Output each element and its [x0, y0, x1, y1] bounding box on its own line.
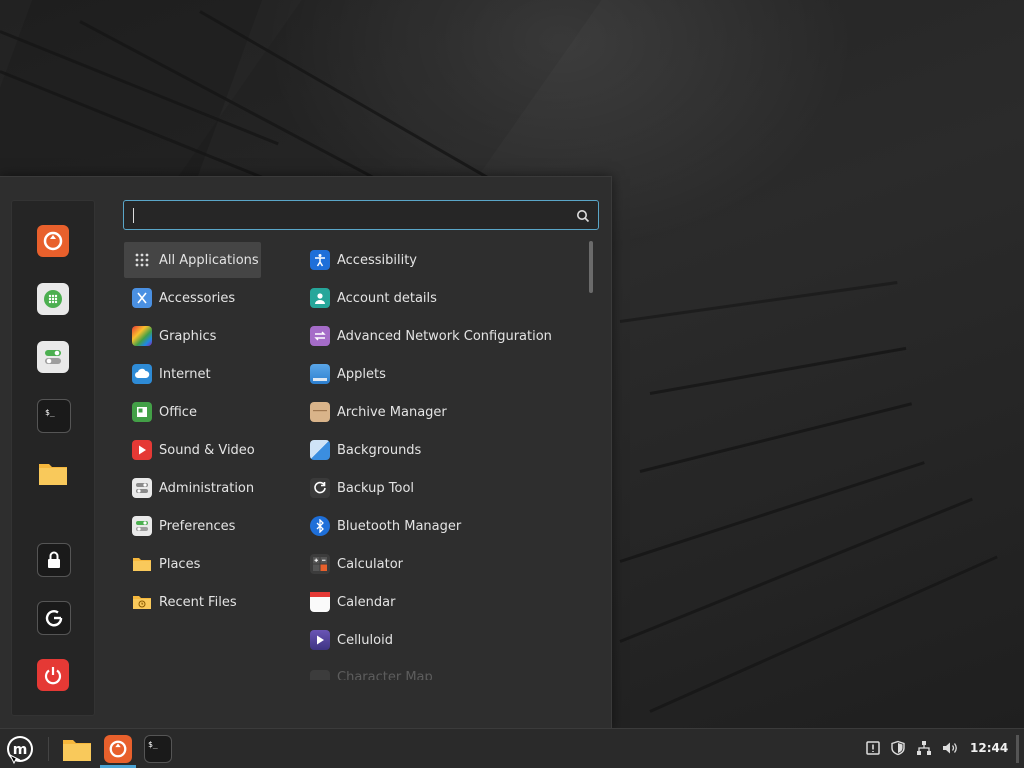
category-label: Accessories	[159, 290, 236, 306]
character-map-icon	[310, 670, 330, 680]
category-all-applications[interactable]: All Applications	[124, 242, 261, 278]
terminal-icon[interactable]: $_	[142, 733, 174, 765]
office-icon	[132, 402, 152, 422]
logout-icon[interactable]	[37, 601, 71, 635]
menu-button[interactable]: m	[4, 733, 36, 765]
application-menu: $_ All Applications Accessories Graphics…	[0, 176, 612, 729]
files-icon[interactable]	[37, 457, 69, 489]
calendar-icon	[310, 592, 330, 612]
category-graphics[interactable]: Graphics	[124, 318, 261, 354]
svg-text:m: m	[13, 742, 28, 758]
app-backgrounds[interactable]: Backgrounds	[302, 432, 582, 468]
svg-text:$_: $_	[45, 408, 55, 417]
accessories-icon	[132, 288, 152, 308]
app-label: Backgrounds	[337, 442, 422, 458]
firefox-icon[interactable]	[102, 733, 134, 765]
app-label: Character Map	[337, 670, 433, 680]
search-icon[interactable]	[576, 208, 590, 227]
taskbar-panel: m $_ 12:44	[0, 728, 1024, 768]
firefox-launcher	[104, 735, 132, 763]
app-label: Advanced Network Configuration	[337, 328, 552, 344]
app-label: Accessibility	[337, 252, 417, 268]
graphics-icon	[132, 326, 152, 346]
software-manager-icon[interactable]	[37, 283, 69, 315]
category-label: Internet	[159, 366, 211, 382]
shutdown-icon[interactable]	[37, 659, 69, 691]
play-icon	[132, 440, 152, 460]
applets-icon	[310, 364, 330, 384]
app-character-map[interactable]: Character Map	[302, 660, 582, 680]
system-settings-icon[interactable]	[37, 341, 69, 373]
category-office[interactable]: Office	[124, 394, 261, 430]
app-accessibility[interactable]: Accessibility	[302, 242, 582, 278]
app-celluloid[interactable]: Celluloid	[302, 622, 582, 658]
text-caret	[133, 208, 134, 223]
recent-folder-icon	[132, 592, 152, 612]
category-label: Places	[159, 556, 201, 572]
panel-separator	[48, 737, 49, 761]
backgrounds-icon	[310, 440, 330, 460]
shield-icon[interactable]	[889, 739, 907, 757]
files-icon[interactable]	[61, 733, 93, 765]
category-label: Preferences	[159, 518, 236, 534]
accessibility-icon	[310, 250, 330, 270]
category-label: Recent Files	[159, 594, 237, 610]
network-icon[interactable]	[915, 739, 933, 757]
category-preferences[interactable]: Preferences	[124, 508, 261, 544]
category-label: All Applications	[159, 252, 259, 268]
scrollbar[interactable]	[589, 241, 593, 293]
category-label: Sound & Video	[159, 442, 255, 458]
bluetooth-icon	[310, 516, 330, 536]
category-accessories[interactable]: Accessories	[124, 280, 261, 316]
preferences-icon	[132, 516, 152, 536]
app-label: Backup Tool	[337, 480, 415, 496]
app-label: Bluetooth Manager	[337, 518, 462, 534]
network-config-icon	[310, 326, 330, 346]
app-label: Account details	[337, 290, 437, 306]
app-archive-manager[interactable]: Archive Manager	[302, 394, 582, 430]
app-advanced-network-configuration[interactable]: Advanced Network Configuration	[302, 318, 582, 354]
category-internet[interactable]: Internet	[124, 356, 261, 392]
calculator-icon	[310, 554, 330, 574]
backup-icon	[310, 478, 330, 498]
archive-icon	[310, 402, 330, 422]
firefox-icon[interactable]	[37, 225, 69, 257]
show-desktop-button[interactable]	[1016, 735, 1019, 763]
volume-icon[interactable]	[941, 739, 959, 757]
category-label: Administration	[159, 480, 255, 496]
app-calendar[interactable]: Calendar	[302, 584, 582, 620]
app-calculator[interactable]: Calculator	[302, 546, 582, 582]
category-administration[interactable]: Administration	[124, 470, 261, 506]
app-applets[interactable]: Applets	[302, 356, 582, 392]
svg-text:$_: $_	[148, 740, 158, 749]
search-box[interactable]	[123, 200, 599, 230]
category-label: Office	[159, 404, 197, 420]
celluloid-icon	[310, 630, 330, 650]
category-label: Graphics	[159, 328, 217, 344]
app-label: Calculator	[337, 556, 404, 572]
app-account-details[interactable]: Account details	[302, 280, 582, 316]
app-label: Calendar	[337, 594, 396, 610]
terminal-launcher: $_	[144, 735, 172, 763]
folder-icon	[132, 554, 152, 574]
app-label: Applets	[337, 366, 386, 382]
app-bluetooth-manager[interactable]: Bluetooth Manager	[302, 508, 582, 544]
account-icon	[310, 288, 330, 308]
terminal-icon[interactable]: $_	[37, 399, 71, 433]
search-input[interactable]	[132, 205, 566, 227]
category-sound-video[interactable]: Sound & Video	[124, 432, 261, 468]
app-label: Celluloid	[337, 632, 393, 648]
menu-sidebar: $_	[11, 200, 95, 716]
internet-cloud-icon	[132, 364, 152, 384]
clock[interactable]: 12:44	[970, 741, 1008, 755]
lock-screen-icon[interactable]	[37, 543, 71, 577]
category-places[interactable]: Places	[124, 546, 261, 582]
administration-icon	[132, 478, 152, 498]
grid-icon	[132, 250, 152, 270]
app-label: Archive Manager	[337, 404, 447, 420]
app-backup-tool[interactable]: Backup Tool	[302, 470, 582, 506]
category-recent-files[interactable]: Recent Files	[124, 584, 261, 620]
update-icon[interactable]	[864, 739, 882, 757]
